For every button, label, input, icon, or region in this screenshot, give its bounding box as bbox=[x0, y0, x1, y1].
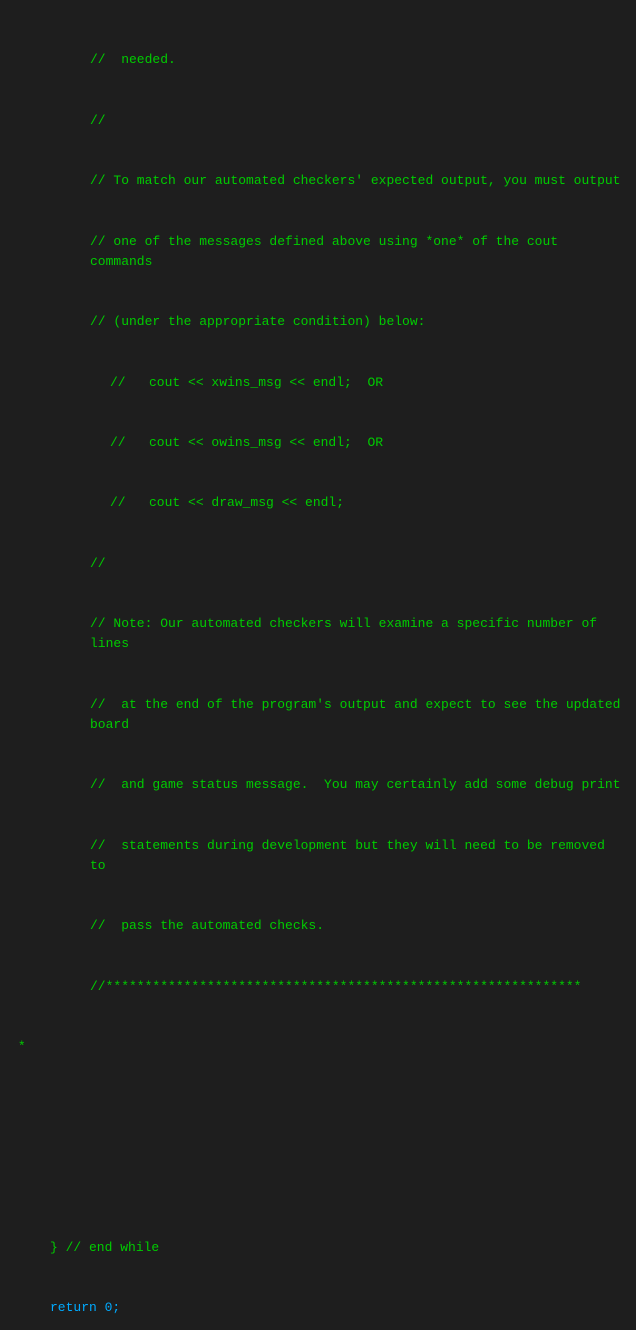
code-line-7: // cout << owins_msg << endl; OR bbox=[0, 433, 636, 453]
code-line-1: // needed. bbox=[0, 50, 636, 70]
code-line-11: // at the end of the program's output an… bbox=[0, 695, 636, 735]
code-line-8: // cout << draw_msg << endl; bbox=[0, 493, 636, 513]
code-line-16: * bbox=[0, 1037, 636, 1057]
code-line-return: return 0; bbox=[0, 1298, 636, 1318]
code-line-6: // cout << xwins_msg << endl; OR bbox=[0, 373, 636, 393]
code-line-15: //**************************************… bbox=[0, 977, 636, 997]
code-line-13: // statements during development but the… bbox=[0, 836, 636, 876]
code-line-14: // pass the automated checks. bbox=[0, 916, 636, 936]
code-line-9: // bbox=[0, 554, 636, 574]
code-line-4: // one of the messages defined above usi… bbox=[0, 232, 636, 272]
code-line-5: // (under the appropriate condition) bel… bbox=[0, 312, 636, 332]
code-block: // needed. // // To match our automated … bbox=[0, 0, 636, 1330]
code-line-2: // bbox=[0, 111, 636, 131]
code-line-10: // Note: Our automated checkers will exa… bbox=[0, 614, 636, 654]
code-line-12: // and game status message. You may cert… bbox=[0, 775, 636, 795]
code-line-end-while: } // end while bbox=[0, 1238, 636, 1258]
bottom-code-section: } // end while return 0; } bbox=[0, 1198, 636, 1330]
code-line-3: // To match our automated checkers' expe… bbox=[0, 171, 636, 191]
